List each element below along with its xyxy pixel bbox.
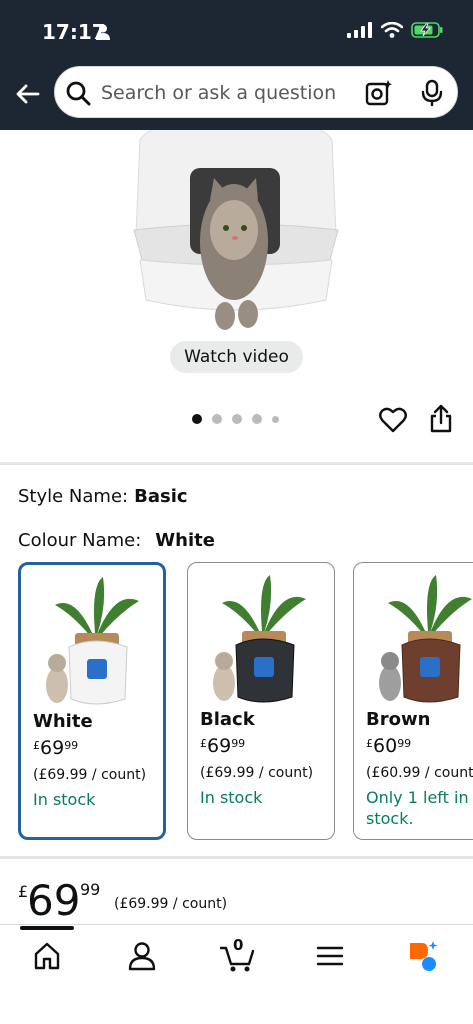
price-whole: 60: [373, 735, 398, 757]
search-input[interactable]: Search or ask a question: [101, 82, 336, 104]
swatch-image: [379, 575, 472, 703]
swatch-price: £6999: [33, 737, 78, 759]
product-page: 17:17 Search or ask a question Watch vid…: [0, 0, 473, 1024]
main-price-underline: [20, 926, 74, 930]
wifi-icon: [381, 22, 403, 38]
person-icon: [96, 24, 110, 40]
colour-name-label: Colour Name:: [18, 530, 142, 551]
menu-icon[interactable]: [313, 939, 347, 973]
swatch-image: [213, 575, 306, 703]
heart-icon[interactable]: [379, 406, 407, 434]
style-name-row: Style Name: Basic: [18, 486, 188, 507]
colour-name-value: White: [155, 530, 215, 551]
account-icon[interactable]: [125, 939, 159, 973]
divider: [0, 856, 473, 859]
colour-swatch-brown[interactable]: Brown £6099 (£60.99 / count) Only 1 left…: [353, 562, 473, 840]
image-pager-dots[interactable]: [192, 414, 279, 424]
swatch-stock-status: In stock: [33, 790, 96, 809]
microphone-icon[interactable]: [419, 79, 445, 107]
price-whole: 69: [207, 735, 232, 757]
divider: [0, 462, 473, 465]
pager-dot[interactable]: [192, 414, 202, 424]
price-whole: 69: [27, 876, 81, 925]
swatch-unit-price: (£69.99 / count): [200, 765, 314, 781]
signal-icon: [347, 22, 372, 38]
swatch-name: Brown: [366, 709, 431, 730]
price-fraction: 99: [80, 880, 101, 899]
swatch-name: White: [33, 711, 93, 732]
swatch-unit-price: (£60.99 / count): [366, 765, 473, 781]
colour-swatch-white[interactable]: White £6999 (£69.99 / count) In stock: [18, 562, 166, 840]
back-arrow-icon[interactable]: [12, 78, 44, 110]
search-icon: [66, 81, 91, 106]
currency-symbol: £: [200, 737, 207, 750]
home-icon[interactable]: [30, 939, 64, 973]
unit-price: (£69.99 / count): [114, 896, 228, 912]
swatch-price: £6099: [366, 735, 411, 757]
header: 17:17 Search or ask a question: [0, 0, 473, 130]
status-icons: [347, 22, 443, 38]
share-icon[interactable]: [428, 404, 454, 434]
watch-video-button[interactable]: Watch video: [170, 341, 303, 373]
battery-charging-icon: [411, 22, 443, 38]
pager-dot[interactable]: [272, 415, 279, 423]
swatch-price: £6999: [200, 735, 245, 757]
price-fraction: 99: [397, 737, 412, 750]
camera-lens-icon[interactable]: [365, 79, 393, 107]
price-fraction: 99: [231, 737, 246, 750]
swatch-unit-price: (£69.99 / count): [33, 767, 147, 783]
style-name-value: Basic: [134, 486, 188, 507]
price-fraction: 99: [64, 739, 79, 752]
pager-dot[interactable]: [232, 414, 242, 424]
colour-swatch-black[interactable]: Black £6999 (£69.99 / count) In stock: [187, 562, 335, 840]
swatch-stock-status: In stock: [200, 788, 263, 807]
currency-symbol: £: [366, 737, 373, 750]
pager-dot[interactable]: [252, 414, 262, 424]
search-bar[interactable]: Search or ask a question: [54, 66, 458, 118]
swatch-image: [46, 577, 139, 705]
currency-symbol: £: [33, 739, 40, 752]
price-whole: 69: [40, 737, 65, 759]
colour-name-row: Colour Name: White: [18, 530, 215, 551]
product-image[interactable]: [0, 130, 473, 340]
style-name-label: Style Name:: [18, 486, 129, 507]
swatch-name: Black: [200, 709, 255, 730]
swatch-stock-status: Only 1 left in stock.: [366, 788, 469, 828]
cart-count-badge: 0: [233, 936, 244, 954]
pager-dot[interactable]: [212, 414, 222, 424]
rufus-icon[interactable]: [406, 939, 440, 973]
